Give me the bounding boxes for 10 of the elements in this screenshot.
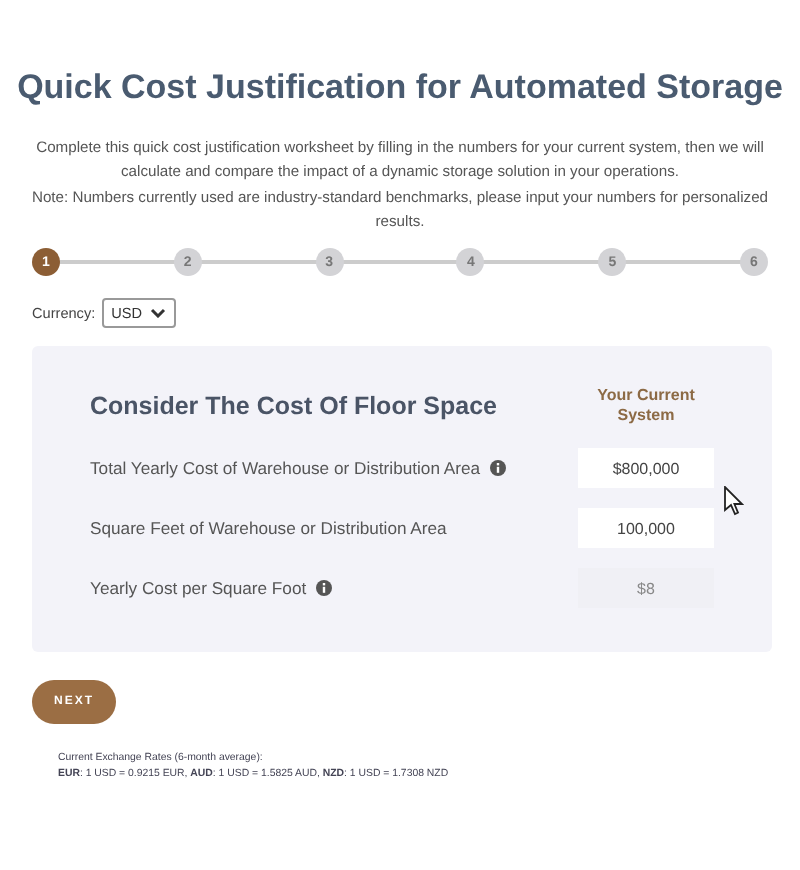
value-field[interactable]: $800,000 xyxy=(578,448,714,489)
column-header: Your Current System xyxy=(595,386,697,425)
field-label: Total Yearly Cost of Warehouse or Distribution Area xyxy=(90,458,481,479)
pointer-icon xyxy=(724,486,744,516)
chevron-icon xyxy=(150,308,167,319)
field-label: Yearly Cost per Square Foot xyxy=(90,578,307,599)
field-label: Square Feet of Warehouse or Distribution Area xyxy=(90,518,447,539)
value-field[interactable]: 100,000 xyxy=(578,508,714,549)
page-title: Quick Cost Justification for Automated Storage xyxy=(15,68,785,108)
section-heading: Consider The Cost Of Floor Space xyxy=(90,391,497,420)
